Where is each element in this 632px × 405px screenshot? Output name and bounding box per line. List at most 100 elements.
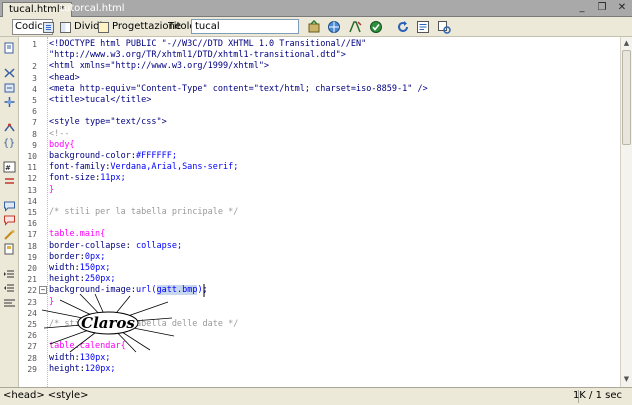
open-documents-icon[interactable]	[3, 42, 16, 54]
code-line[interactable]: 17 table.main{	[19, 229, 620, 240]
code-line[interactable]: 4 <meta http-equiv="Content-Type" content…	[19, 84, 620, 95]
code-line[interactable]: 20 width:150px;	[19, 263, 620, 274]
balance-braces-icon[interactable]: {}	[3, 136, 16, 148]
restore-button[interactable]: ❐	[596, 2, 608, 14]
text-cursor-icon	[203, 284, 205, 297]
line-number: 6	[32, 107, 37, 117]
debug-icon[interactable]	[348, 20, 362, 34]
line-number: 10	[27, 152, 37, 161]
code-line[interactable]: 15 /* stili per la tabella principale */	[19, 207, 620, 218]
format-source-icon[interactable]	[3, 297, 16, 309]
code-line[interactable]: 13}	[19, 185, 620, 196]
code-text: <title>tucal</title>	[49, 95, 152, 105]
code-view-icon	[43, 21, 54, 33]
scrollbar-thumb[interactable]	[622, 50, 631, 145]
scroll-down-icon[interactable]: ▼	[622, 375, 631, 384]
highlight-invalid-code-icon[interactable]	[3, 175, 16, 187]
code-line[interactable]: 19 border:0px;	[19, 252, 620, 263]
visual-aids-icon[interactable]	[437, 20, 451, 34]
code-line[interactable]: 10 background-color:#FFFFFF;	[19, 151, 620, 162]
line-number: 1	[32, 40, 37, 49]
code-line[interactable]: 2 <html xmlns="http://www.w3.org/1999/xht…	[19, 61, 620, 72]
vertical-scrollbar[interactable]: ▲ ▼	[620, 37, 632, 387]
code-text: width:150px;	[49, 263, 111, 273]
code-text: <html xmlns="http://www.w3.org/1999/xhtm…	[49, 61, 270, 72]
code-line[interactable]: 8 <!--	[19, 129, 620, 140]
file-size-download-time: 1K / 1 sec	[572, 390, 622, 401]
code-view-button[interactable]: Codice	[12, 19, 54, 35]
minimize-button[interactable]: _	[576, 2, 588, 14]
document-toolbar: Codice Dividi Progettazione Titolo:	[0, 17, 632, 37]
document-tab-bar: tucal.html* tutorcal.html _ ❐ ✕	[0, 0, 632, 17]
code-line[interactable]: 1 <!DOCTYPE html PUBLIC "-//W3C//DTD XHTM…	[19, 39, 620, 50]
line-number: 27	[27, 342, 37, 352]
code-line[interactable]: 16	[19, 218, 620, 229]
code-line[interactable]: 28 width:130px;	[19, 353, 620, 364]
code-text: width:130px;	[49, 352, 111, 363]
line-number: 5	[32, 96, 37, 105]
apply-comment-icon[interactable]	[3, 200, 16, 212]
line-number: 23	[27, 297, 37, 307]
code-text: border-collapse: collapse;	[49, 240, 183, 251]
line-number: 12	[27, 174, 37, 184]
line-number: 25	[27, 320, 37, 329]
wrap-tag-icon[interactable]	[3, 229, 16, 241]
code-line[interactable]: 5 <title>tucal</title>	[19, 95, 620, 106]
close-button[interactable]: ✕	[616, 2, 628, 14]
collapse-full-tag-icon[interactable]	[3, 67, 16, 79]
line-number: 18	[27, 241, 37, 251]
code-line[interactable]: 21 height:250px;	[19, 274, 620, 285]
collapse-selection-icon[interactable]	[3, 82, 16, 94]
scroll-up-icon[interactable]: ▲	[622, 39, 631, 48]
refresh-icon[interactable]	[396, 20, 410, 34]
svg-text:{}: {}	[3, 138, 15, 148]
code-line[interactable]: 29 height:120px;	[19, 364, 620, 375]
tag-selector-head[interactable]: <head>	[3, 390, 45, 401]
select-parent-tag-icon[interactable]	[3, 122, 16, 134]
line-number: 20	[27, 264, 37, 273]
expand-all-icon[interactable]	[3, 96, 16, 108]
recent-snippets-icon[interactable]	[3, 243, 16, 255]
window-buttons: _ ❐ ✕	[576, 2, 628, 14]
code-line[interactable]: 11 font-family:Verdana,Arial,Sans-serif;	[19, 162, 620, 173]
code-text: table.main{	[49, 229, 106, 240]
code-line[interactable]: 6	[19, 106, 620, 117]
code-line[interactable]: 12 font-size:11px;	[19, 173, 620, 184]
tab-tutorcal[interactable]: tutorcal.html	[54, 2, 131, 17]
tag-selector-style[interactable]: <style>	[48, 390, 89, 401]
code-line[interactable]: 14	[19, 196, 620, 207]
watermark-text: Claros	[81, 314, 135, 332]
line-number: 19	[27, 252, 37, 262]
check-browser-icon[interactable]	[369, 20, 383, 34]
title-input[interactable]	[191, 19, 299, 34]
outdent-code-icon[interactable]	[3, 282, 16, 294]
file-management-icon[interactable]	[307, 20, 321, 34]
code-text: body{	[49, 139, 75, 150]
code-line[interactable]: 7 <style type="text/css">	[19, 117, 620, 128]
line-numbers-icon[interactable]: #	[3, 161, 16, 173]
line-number: 24	[27, 308, 37, 318]
code-text: font-size:11px;	[49, 173, 126, 184]
code-line[interactable]: 3 <head>	[19, 73, 620, 84]
code-text: <style type="text/css">	[49, 117, 167, 128]
dreamweaver-window: tucal.html* tutorcal.html _ ❐ ✕ Codice D…	[0, 0, 632, 405]
code-text: /* stili per la tabella principale */	[49, 207, 239, 217]
tag-selector: <head> <style>	[3, 388, 91, 404]
view-options-icon[interactable]	[416, 20, 430, 34]
line-number: 8	[32, 129, 37, 139]
indent-code-icon[interactable]	[3, 268, 16, 280]
line-number: 28	[27, 353, 37, 363]
line-number: 13	[27, 185, 37, 195]
split-view-icon	[60, 21, 71, 33]
preview-browser-icon[interactable]	[327, 20, 341, 34]
coding-toolbar: {} #	[0, 37, 19, 387]
line-number: 9	[32, 140, 37, 150]
line-number: 15	[27, 208, 37, 217]
code-line[interactable]: 9 body{	[19, 140, 620, 151]
remove-comment-icon[interactable]	[3, 214, 16, 226]
code-text: background-color:#FFFFFF;	[49, 151, 177, 161]
code-line[interactable]: 18 border-collapse: collapse;	[19, 241, 620, 252]
code-text: height:250px;	[49, 274, 116, 285]
code-line[interactable]: "http://www.w3.org/TR/xhtml1/DTD/xhtml1-…	[19, 50, 620, 61]
code-text: }	[49, 184, 55, 195]
